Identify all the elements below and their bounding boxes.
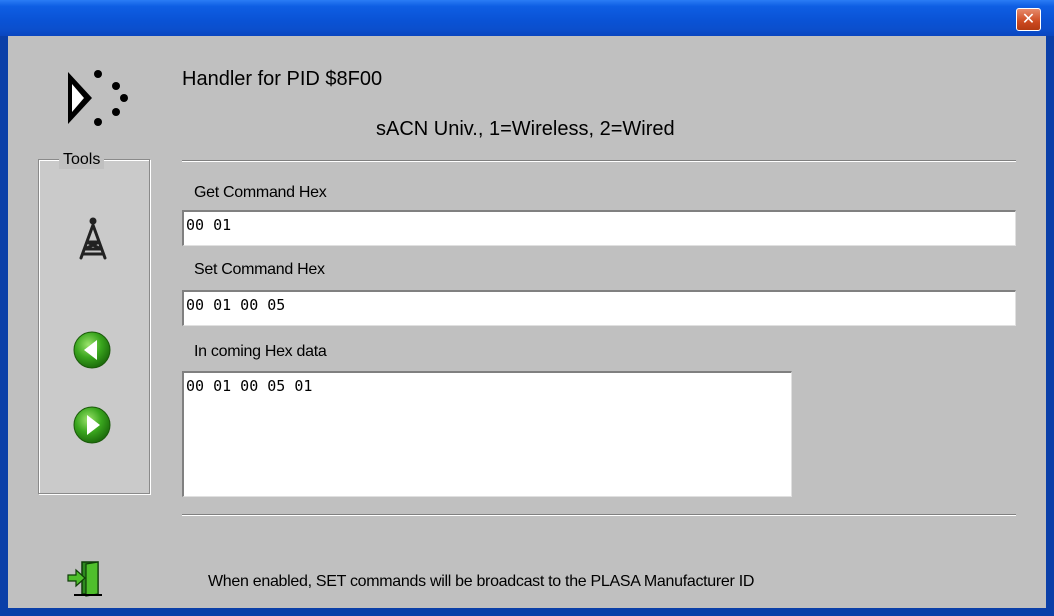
get-command-field[interactable]: 00 01 <box>182 210 1016 246</box>
pid-logo-icon <box>68 70 128 126</box>
footer-message: When enabled, SET commands will be broad… <box>208 573 755 590</box>
get-command-label: Get Command Hex <box>194 184 327 201</box>
title-bar[interactable]: ✕ <box>0 0 1054 36</box>
incoming-data-field[interactable]: 00 01 00 05 01 <box>182 371 792 497</box>
close-button[interactable]: ✕ <box>1016 8 1041 31</box>
incoming-data-label: In coming Hex data <box>194 343 327 360</box>
antenna-tower-icon[interactable] <box>73 216 113 260</box>
back-arrow-icon[interactable] <box>72 330 112 370</box>
exit-door-icon[interactable] <box>66 558 104 598</box>
set-command-field[interactable]: 00 01 00 05 <box>182 290 1016 326</box>
top-divider <box>182 160 1016 162</box>
dialog-window: ✕ Handler for PID $8F00 sACN Univ., 1=Wi… <box>0 0 1054 616</box>
page-subtitle: sACN Univ., 1=Wireless, 2=Wired <box>376 118 675 140</box>
set-command-label: Set Command Hex <box>194 261 325 278</box>
forward-arrow-icon[interactable] <box>72 405 112 445</box>
dialog-client-area: Handler for PID $8F00 sACN Univ., 1=Wire… <box>8 36 1046 608</box>
close-icon: ✕ <box>1021 9 1036 28</box>
tools-group: Tools <box>38 151 150 494</box>
page-title: Handler for PID $8F00 <box>182 68 383 90</box>
bottom-divider <box>182 514 1016 516</box>
tools-legend: Tools <box>59 151 105 169</box>
